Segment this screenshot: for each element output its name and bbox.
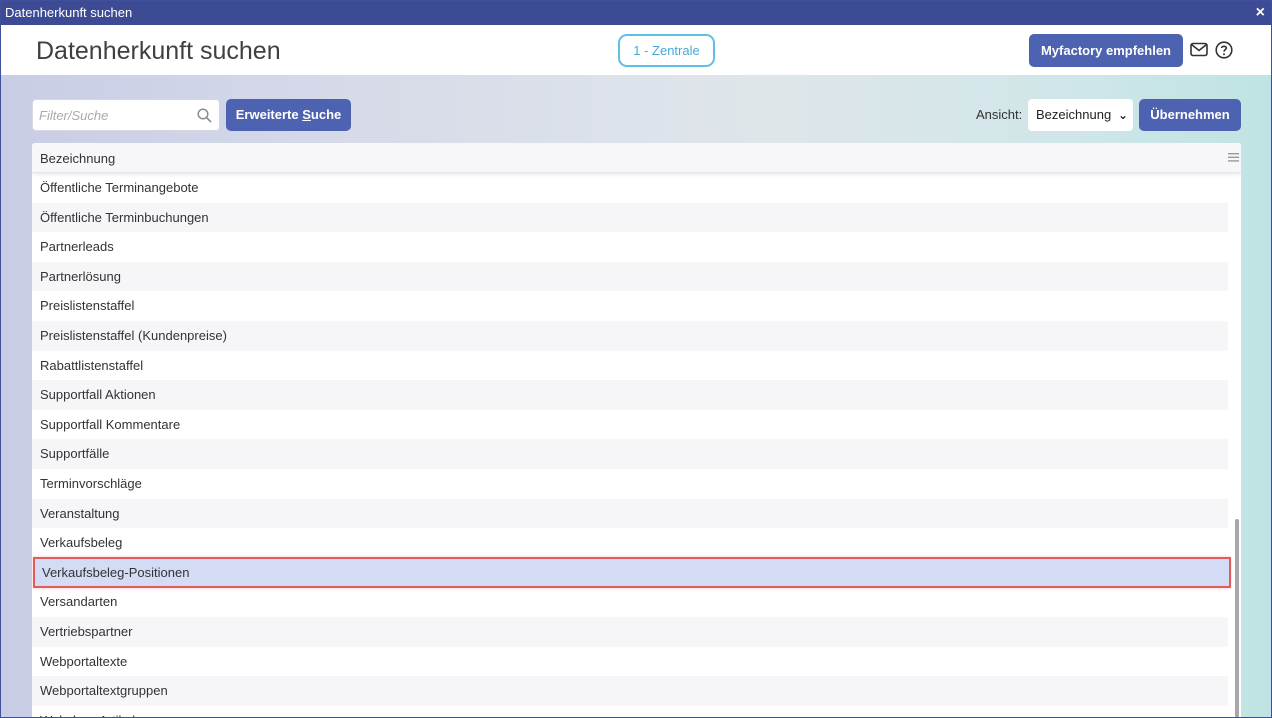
table-row[interactable]: Partnerleads [32, 232, 1228, 262]
advanced-search-label-prefix: Erweiterte [235, 107, 303, 122]
window-title: Datenherkunft suchen [5, 5, 133, 20]
apply-button[interactable]: Übernehmen [1139, 99, 1241, 131]
close-icon[interactable]: × [1256, 1, 1265, 24]
table-row[interactable]: Supportfall Kommentare [32, 410, 1228, 440]
help-icon[interactable] [1215, 41, 1233, 59]
table-row[interactable]: Versandarten [32, 587, 1228, 617]
table-row[interactable]: Veranstaltung [32, 498, 1228, 529]
main-content: Erweiterte Suche Ansicht: Bezeichnung ⌄ … [1, 75, 1271, 717]
table-row[interactable]: Preislistenstaffel (Kundenpreise) [32, 320, 1228, 351]
advanced-search-mnemonic: S [302, 107, 311, 122]
column-header-bezeichnung[interactable]: Bezeichnung [40, 151, 115, 166]
grid-rows: Öffentliche Terminangebote Öffentliche T… [32, 173, 1231, 717]
table-row[interactable]: Webportaltexte [32, 647, 1228, 677]
table-row[interactable]: Rabattlistenstaffel [32, 351, 1228, 381]
search-icon[interactable] [197, 108, 212, 123]
table-row[interactable]: Partnerlösung [32, 261, 1228, 292]
table-row[interactable]: Supportfälle [32, 439, 1228, 469]
advanced-search-button[interactable]: Erweiterte Suche [226, 99, 351, 131]
chevron-down-icon: ⌄ [1117, 108, 1128, 122]
table-row[interactable]: Vertriebspartner [32, 616, 1228, 647]
recommend-button[interactable]: Myfactory empfehlen [1029, 34, 1183, 67]
mail-icon[interactable] [1190, 42, 1208, 57]
view-label: Ansicht: [976, 107, 1023, 122]
table-row[interactable]: Terminvorschläge [32, 469, 1228, 499]
table-row[interactable]: Webportaltextgruppen [32, 676, 1228, 706]
column-menu-icon[interactable] [1228, 153, 1239, 162]
search-field[interactable] [32, 99, 220, 131]
view-select-value: Bezeichnung [1036, 107, 1112, 122]
table-row[interactable]: Preislistenstaffel [32, 291, 1228, 321]
table-row[interactable]: Öffentliche Terminbuchungen [32, 202, 1228, 233]
table-row[interactable]: Webshop-Artikel [32, 706, 1228, 717]
search-input[interactable] [33, 100, 183, 130]
table-row-selected[interactable]: Verkaufsbeleg-Positionen [33, 556, 1231, 589]
dialog-window: Datenherkunft suchen × Datenherkunft suc… [0, 0, 1272, 718]
grid-scrollbar[interactable] [1232, 173, 1241, 717]
view-select[interactable]: Bezeichnung ⌄ [1028, 99, 1133, 131]
page-title: Datenherkunft suchen [36, 37, 281, 65]
table-row[interactable]: Öffentliche Terminangebote [32, 173, 1228, 203]
advanced-search-label-suffix: uche [310, 107, 342, 122]
scrollbar-thumb[interactable] [1235, 519, 1239, 717]
table-row[interactable]: Verkaufsbeleg [32, 528, 1228, 558]
data-source-grid: Bezeichnung Öffentliche Terminangebote Ö… [32, 143, 1241, 717]
table-row[interactable]: Supportfall Aktionen [32, 380, 1228, 410]
title-bar: Datenherkunft suchen × [1, 1, 1271, 25]
grid-header: Bezeichnung [32, 143, 1241, 173]
page-header: Datenherkunft suchen 1 - Zentrale Myfact… [1, 25, 1271, 75]
tenant-badge[interactable]: 1 - Zentrale [618, 34, 715, 67]
